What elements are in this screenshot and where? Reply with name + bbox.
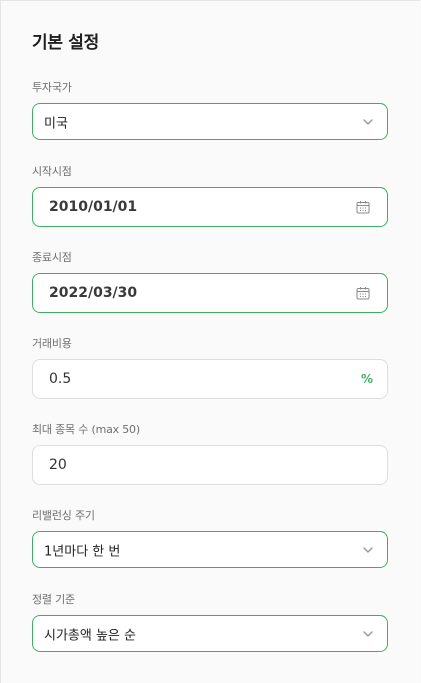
end-date-input[interactable]: 2022/03/30 [32, 273, 388, 313]
rebalance-label: 리밸런싱 주기 [32, 509, 95, 522]
country-select[interactable]: 미국 [32, 103, 388, 140]
sort-label: 정렬 기준 [32, 593, 75, 606]
start-date-input[interactable]: 2010/01/01 [32, 187, 388, 227]
start-date-label: 시작시점 [32, 165, 72, 178]
calendar-icon[interactable] [356, 286, 370, 300]
chevron-down-icon [363, 118, 373, 125]
end-date-label: 종료시점 [32, 251, 72, 264]
sort-select-value: 시가총액 높은 순 [44, 628, 136, 643]
chevron-down-icon [363, 630, 373, 637]
country-label: 투자국가 [32, 81, 72, 94]
calendar-icon[interactable] [356, 200, 370, 214]
settings-panel: 기본 설정 투자국가 미국 시작시점 2010/01/01 종료시점 2022/… [0, 0, 420, 683]
start-date-value: 2010/01/01 [49, 199, 138, 215]
sort-select[interactable]: 시가총액 높은 순 [32, 615, 388, 652]
chevron-down-icon [363, 546, 373, 553]
fee-value: 0.5 [49, 371, 72, 387]
section-title: 기본 설정 [32, 33, 99, 53]
end-date-value: 2022/03/30 [49, 285, 138, 301]
percent-suffix: % [360, 372, 373, 386]
max-stocks-value: 20 [49, 457, 67, 473]
max-stocks-label: 최대 종목 수 (max 50) [32, 423, 140, 436]
country-select-value: 미국 [44, 116, 68, 131]
rebalance-select-value: 1년마다 한 번 [44, 544, 121, 559]
fee-label: 거래비용 [32, 337, 72, 350]
fee-input[interactable]: 0.5 % [32, 359, 388, 399]
rebalance-select[interactable]: 1년마다 한 번 [32, 531, 388, 568]
max-stocks-input[interactable]: 20 [32, 445, 388, 485]
